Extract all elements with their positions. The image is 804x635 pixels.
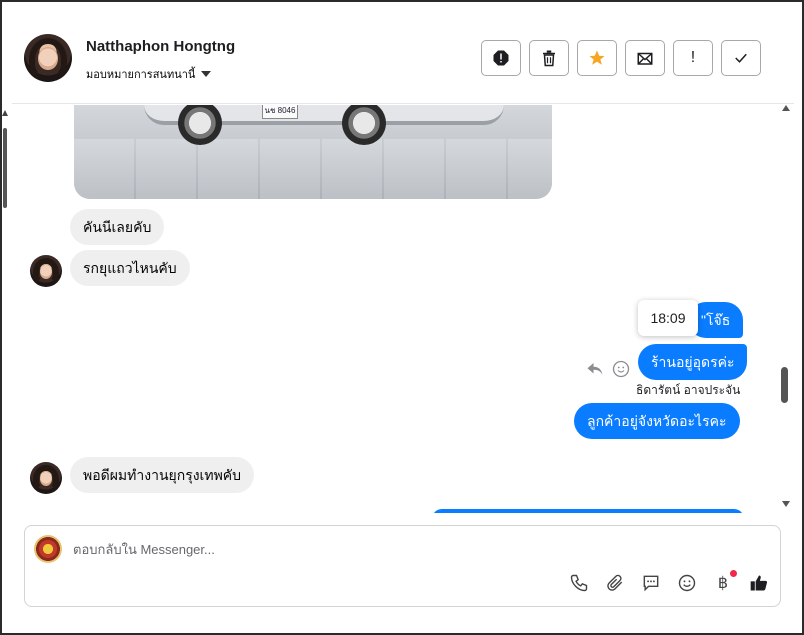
contact-avatar-small[interactable] bbox=[30, 462, 62, 494]
header-toolbar: ! bbox=[481, 40, 761, 76]
scroll-up-icon[interactable] bbox=[782, 105, 790, 111]
contact-avatar[interactable] bbox=[24, 34, 72, 82]
emoji-button[interactable] bbox=[676, 572, 698, 594]
paperclip-icon bbox=[607, 574, 623, 591]
report-icon bbox=[493, 50, 509, 66]
scroll-thumb[interactable] bbox=[781, 367, 788, 403]
assign-conversation-dropdown[interactable]: มอบหมายการสนทนานี้ bbox=[86, 65, 212, 83]
mark-unread-button[interactable] bbox=[625, 40, 665, 76]
attach-button[interactable] bbox=[604, 572, 626, 594]
star-icon bbox=[589, 50, 605, 65]
done-button[interactable] bbox=[721, 40, 761, 76]
delete-button[interactable] bbox=[529, 40, 569, 76]
message-bubble-in[interactable]: คันนีเลยคับ bbox=[70, 209, 165, 245]
message-timestamp-tooltip: 18:09 bbox=[638, 300, 698, 336]
notification-dot bbox=[730, 570, 737, 577]
chevron-down-icon bbox=[201, 71, 212, 77]
assign-label: มอบหมายการสนทนานี้ bbox=[86, 69, 196, 81]
photo-plate: นช 8046 bbox=[262, 105, 298, 119]
avatar-face bbox=[39, 263, 53, 279]
shared-car-photo[interactable]: นช 8046 bbox=[74, 105, 552, 199]
important-button[interactable]: ! bbox=[673, 40, 713, 76]
page-avatar bbox=[34, 535, 62, 563]
avatar-face bbox=[39, 470, 53, 486]
trash-icon bbox=[543, 50, 555, 67]
avatar-face bbox=[38, 47, 58, 70]
message-bubble-in[interactable]: รกยุแถวไหนคับ bbox=[70, 250, 190, 286]
message-bubble-out[interactable]: ร้านอยู่อุดรค่ะ bbox=[638, 344, 748, 380]
check-icon bbox=[735, 53, 747, 63]
thumbs-up-icon bbox=[750, 575, 768, 591]
composer-actions: ฿ bbox=[568, 570, 770, 594]
conversation-header: Natthaphon Hongtng มอบหมายการสนทนานี้ ! bbox=[12, 12, 794, 104]
message-actions bbox=[586, 360, 630, 378]
saved-replies-button[interactable] bbox=[640, 572, 662, 594]
envelope-icon bbox=[637, 52, 653, 65]
important-label: ! bbox=[690, 49, 696, 66]
message-bubble-out-partial[interactable] bbox=[432, 509, 744, 513]
emoji-icon bbox=[678, 574, 696, 592]
message-bubble-in[interactable]: พอดีผมทำงานยุกรุงเทพคับ bbox=[70, 457, 255, 493]
star-button[interactable] bbox=[577, 40, 617, 76]
reply-icon[interactable] bbox=[586, 361, 604, 377]
scroll-up-arrow-icon[interactable] bbox=[2, 110, 8, 116]
left-scroll-edge[interactable] bbox=[2, 110, 8, 210]
report-button[interactable] bbox=[481, 40, 521, 76]
chat-dots-icon bbox=[643, 575, 659, 592]
message-bubble-out[interactable]: ลูกค้าอยู่จังหวัดอะไรคะ bbox=[574, 403, 740, 439]
call-button[interactable] bbox=[568, 572, 590, 594]
emoji-reaction-icon[interactable] bbox=[612, 360, 630, 378]
scroll-down-icon[interactable] bbox=[782, 501, 790, 507]
phone-icon bbox=[570, 574, 588, 592]
message-list[interactable]: นช 8046 คันนีเลยคับ รกยุแถวไหนคับ "โจ๊ธ … bbox=[12, 105, 784, 513]
contact-avatar-small[interactable] bbox=[30, 255, 62, 287]
left-scroll-thumb[interactable] bbox=[3, 128, 7, 208]
like-button[interactable] bbox=[748, 572, 770, 594]
reply-composer: ฿ bbox=[24, 525, 781, 607]
contact-name[interactable]: Natthaphon Hongtng bbox=[86, 38, 235, 55]
message-scrollbar[interactable] bbox=[780, 105, 792, 513]
payment-button[interactable]: ฿ bbox=[712, 570, 737, 594]
sender-name-label: ธิดารัตน์ อาจประจัน bbox=[636, 383, 741, 397]
messenger-window: Natthaphon Hongtng มอบหมายการสนทนานี้ ! bbox=[0, 0, 804, 635]
photo-floor bbox=[74, 139, 552, 199]
baht-icon: ฿ bbox=[717, 575, 729, 592]
reply-input[interactable] bbox=[73, 538, 673, 560]
